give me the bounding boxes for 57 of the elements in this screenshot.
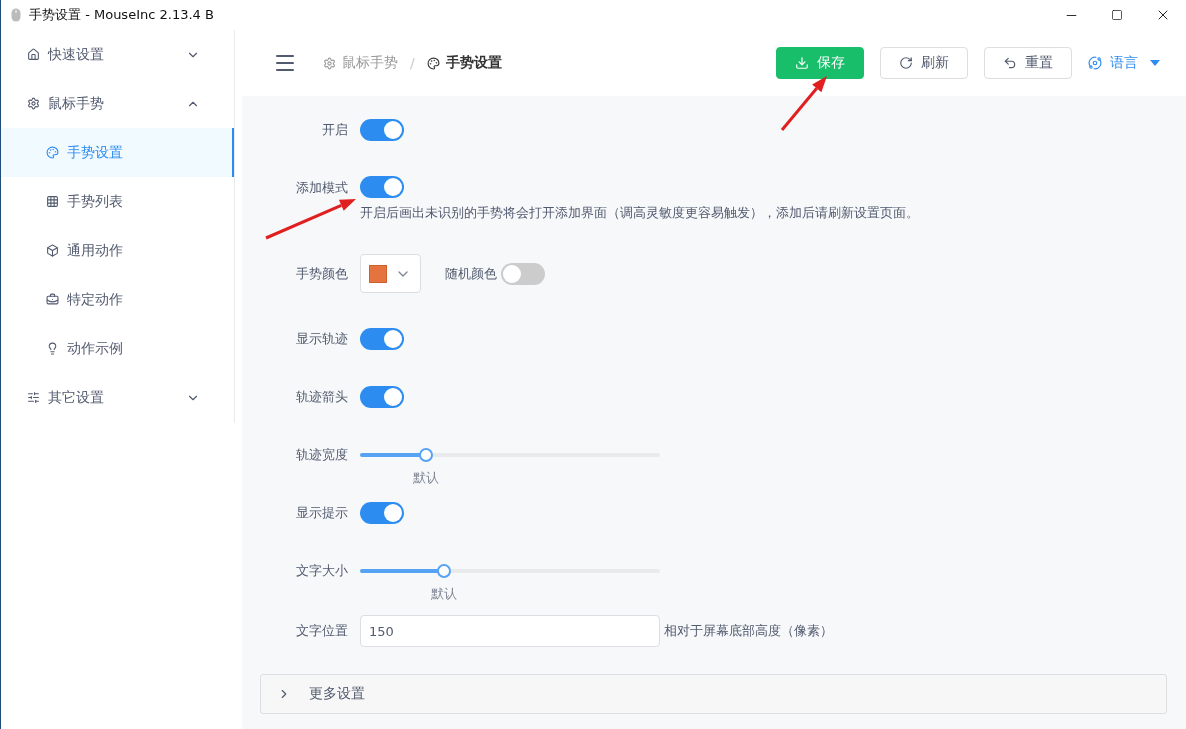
toggle-switch[interactable] — [360, 386, 404, 408]
caret-icon — [1150, 60, 1160, 66]
slider-value: 默认 — [431, 585, 457, 603]
home-icon — [27, 48, 40, 61]
sidebar-item[interactable]: 特定动作 — [1, 275, 234, 324]
panel-title: 更多设置 — [309, 685, 365, 703]
toggle-switch[interactable] — [360, 328, 404, 350]
sidebar-item[interactable]: 鼠标手势 — [1, 79, 234, 128]
language-dropdown[interactable]: 语言 — [1088, 47, 1160, 79]
setting-label: 显示提示 — [295, 504, 349, 522]
annotation-arrow-drawing — [780, 76, 827, 131]
toolbar-button[interactable]: 重置 — [984, 47, 1072, 79]
window-title: 手势设置 - MouseInc 2.13.4 B — [29, 6, 214, 24]
palette-icon — [426, 56, 440, 70]
sidebar-item[interactable]: 其它设置 — [1, 373, 234, 422]
planet-icon — [1088, 56, 1102, 70]
toggle-switch[interactable] — [360, 176, 404, 198]
setting-label: 显示轨迹 — [295, 330, 349, 348]
setting-label: 随机颜色 — [445, 264, 497, 283]
input-field[interactable]: 150 — [360, 615, 660, 647]
slider-value: 默认 — [413, 469, 439, 487]
setting-label: 手势颜色 — [295, 264, 349, 283]
sliders-icon — [27, 391, 40, 404]
sidebar-item[interactable]: 手势列表 — [1, 177, 234, 226]
setting-label: 轨迹箭头 — [295, 388, 349, 406]
color-picker[interactable] — [360, 254, 421, 293]
collapsible-panel[interactable]: 更多设置 — [260, 674, 1167, 714]
slider-handle[interactable] — [437, 564, 451, 578]
setting-label: 轨迹宽度 — [295, 446, 349, 464]
setting-label: 开启 — [321, 121, 349, 139]
toggle-switch[interactable] — [360, 502, 404, 524]
gear-icon — [27, 97, 40, 110]
undo-icon — [1003, 56, 1017, 70]
unit-text: 相对于屏幕底部高度（像素） — [664, 622, 833, 640]
download-icon — [795, 56, 809, 70]
sidebar-item[interactable]: 快速设置 — [1, 30, 234, 79]
setting-label: 添加模式 — [295, 179, 349, 197]
sidebar-item[interactable]: 动作示例 — [1, 324, 234, 373]
setting-label: 文字位置 — [295, 622, 349, 640]
palette-icon — [46, 146, 59, 159]
mouse-icon — [11, 8, 21, 22]
toolbar-button[interactable]: 刷新 — [880, 47, 968, 79]
cube-icon — [46, 244, 59, 257]
refresh-icon — [899, 56, 913, 70]
bag-icon — [46, 293, 59, 306]
sidebar-item[interactable]: 通用动作 — [1, 226, 234, 275]
breadcrumb-item: 手势设置 — [445, 54, 502, 72]
toggle-switch[interactable] — [501, 262, 545, 285]
maximize-icon[interactable] — [1111, 9, 1123, 21]
gear-icon — [323, 56, 336, 70]
toggle-switch[interactable] — [360, 119, 404, 141]
hint-text: 开启后画出未识别的手势将会打开添加界面（调高灵敏度更容易触发），添加后请刷新设置页面。 — [360, 204, 919, 222]
slider-handle[interactable] — [419, 448, 433, 462]
lightbulb-icon — [46, 342, 59, 355]
breadcrumb-separator: / — [410, 55, 415, 71]
grid-icon — [46, 195, 59, 208]
setting-label: 文字大小 — [295, 562, 349, 580]
